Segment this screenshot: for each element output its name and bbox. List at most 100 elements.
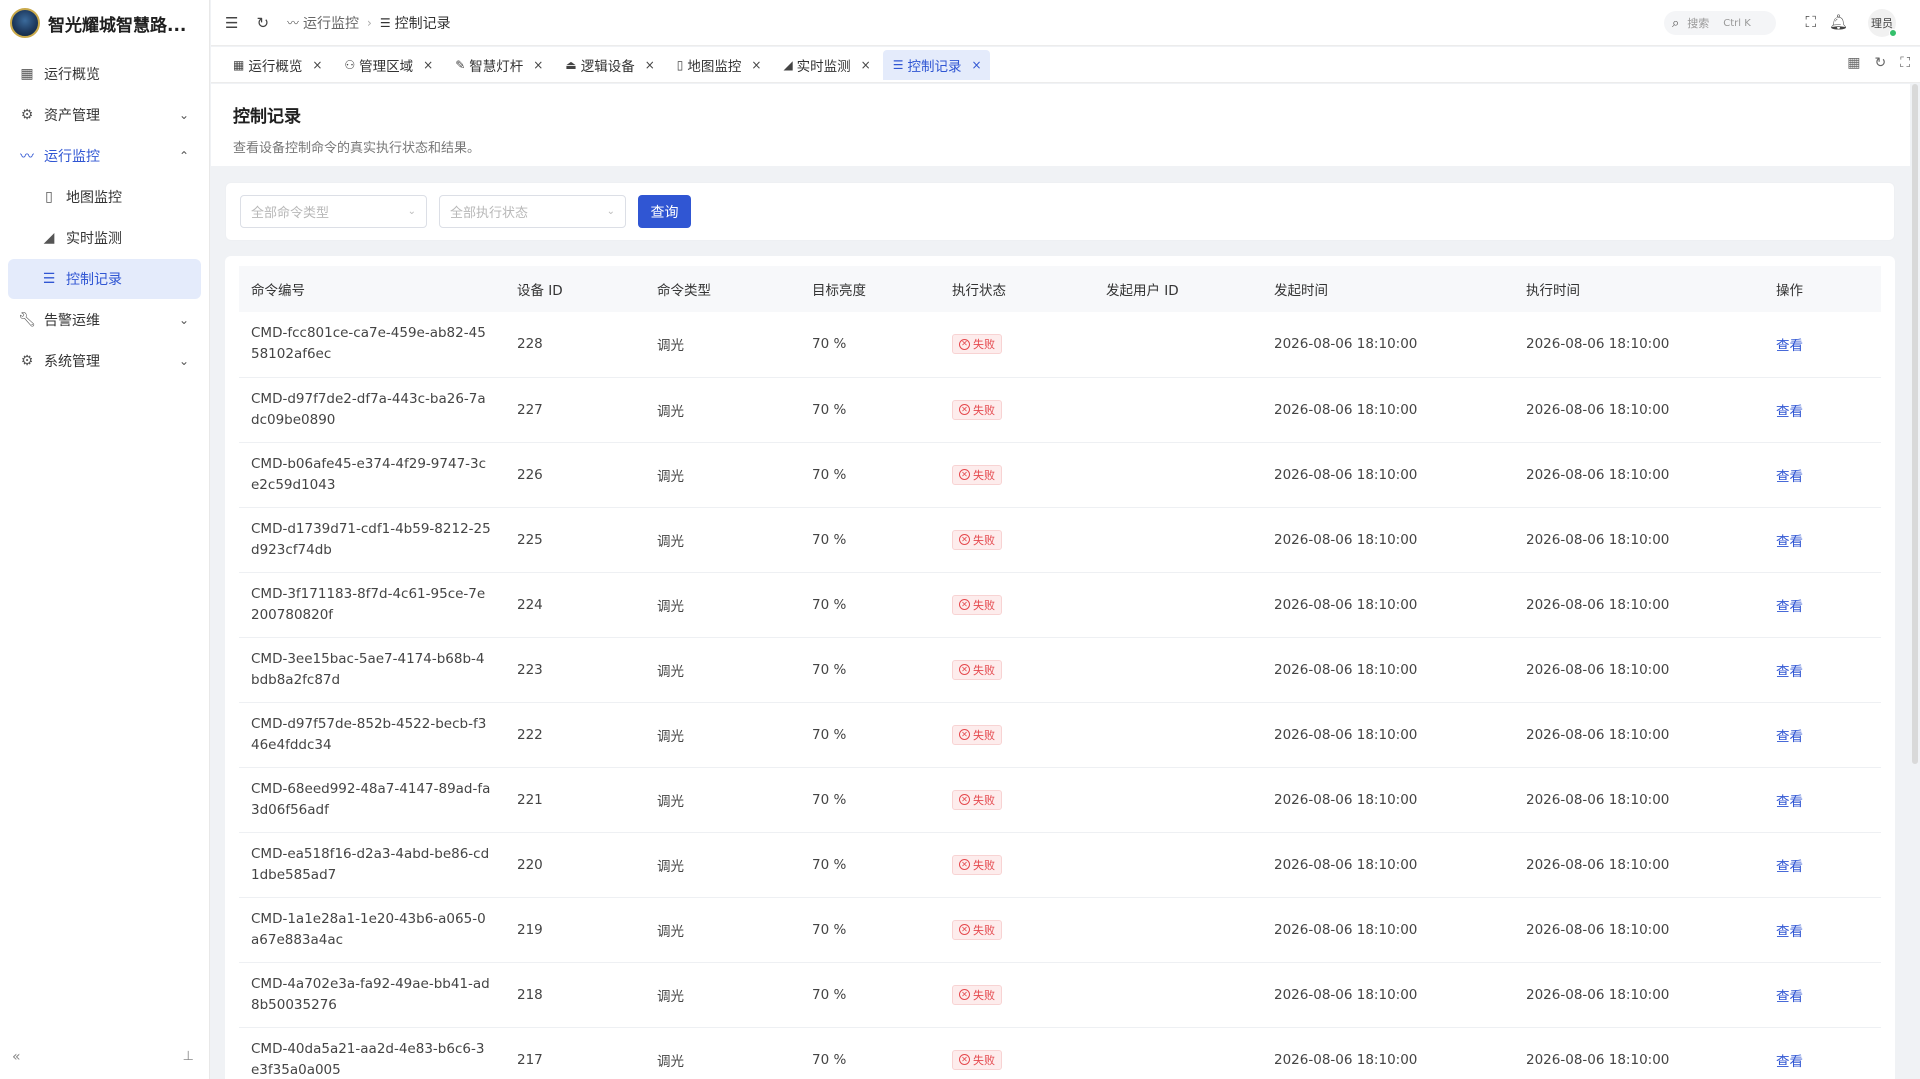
breadcrumb-item[interactable]: 运行监控 [303, 13, 359, 33]
table-row: CMD-3f171183-8f7d-4c61-95ce-7e200780820f… [239, 572, 1881, 638]
tab-label: 控制记录 [907, 58, 962, 75]
action-cell: 查看 [1764, 832, 1881, 898]
status-badge: ✕ 失败 [952, 464, 1002, 485]
action-cell: 查看 [1764, 377, 1881, 443]
sidebar-item-monitoring[interactable]: 〰 运行监控 ⌃ [8, 136, 201, 176]
command-type-cell: 调光 [645, 507, 800, 573]
x-circle-icon: ✕ [959, 404, 970, 415]
pin-icon[interactable]: ⊥ [183, 1049, 194, 1064]
exec-time-cell: 2026-08-06 18:10:00 [1514, 312, 1764, 378]
status-badge: ✕ 失败 [952, 594, 1002, 615]
page-title: 控制记录 [233, 107, 301, 127]
status-text: 失败 [973, 1053, 995, 1067]
close-icon[interactable]: × [645, 58, 655, 72]
view-link[interactable]: 查看 [1776, 599, 1803, 615]
view-link[interactable]: 查看 [1776, 989, 1803, 1005]
sidebar-item-label: 运行概览 [44, 67, 100, 83]
device-id-cell: 223 [505, 637, 645, 703]
menu-toggle-icon[interactable]: ☰ [225, 14, 238, 32]
list-check-icon: ☰ [892, 57, 904, 72]
exec-time-cell: 2026-08-06 18:10:00 [1514, 572, 1764, 638]
user-id-cell [1094, 832, 1262, 898]
column-header: 发起时间 [1262, 266, 1514, 312]
command-type-select[interactable]: 全部命令类型 ⌄ [240, 195, 427, 228]
x-circle-icon: ✕ [959, 729, 970, 740]
area-chart-icon: ◢ [783, 57, 793, 72]
fullscreen-icon[interactable]: ⛶ [1805, 13, 1816, 31]
sidebar-item-control-records[interactable]: ☰ 控制记录 [8, 259, 201, 299]
status-text: 失败 [973, 598, 995, 612]
view-link[interactable]: 查看 [1776, 729, 1803, 745]
close-icon[interactable]: × [751, 58, 761, 72]
tab-realtime[interactable]: ◢ 实时监测 × [773, 50, 878, 80]
view-link[interactable]: 查看 [1776, 469, 1803, 485]
gear-icon: ⚙ [20, 353, 34, 369]
start-time-cell: 2026-08-06 18:10:00 [1262, 377, 1514, 443]
user-id-cell [1094, 1027, 1262, 1079]
global-search[interactable]: ⌕ 搜索 Ctrl K [1664, 11, 1776, 35]
view-link[interactable]: 查看 [1776, 924, 1803, 940]
sidebar-item-system[interactable]: ⚙ 系统管理 ⌄ [8, 341, 201, 381]
close-icon[interactable]: × [861, 58, 871, 72]
view-link[interactable]: 查看 [1776, 404, 1803, 420]
exec-time-cell: 2026-08-06 18:10:00 [1514, 897, 1764, 963]
page-scrollbar[interactable] [1912, 84, 1918, 764]
start-time-cell: 2026-08-06 18:10:00 [1262, 1027, 1514, 1079]
query-button[interactable]: 查询 [638, 195, 691, 228]
target-brightness-cell: 70 % [800, 702, 940, 768]
chevron-down-icon: ⌄ [407, 206, 416, 217]
close-icon[interactable]: × [312, 58, 322, 72]
sidebar-menu: ▦ 运行概览 ⚙ 资产管理 ⌄ 〰 运行监控 ⌃ ▯ 地图监控 ◢ 实时监测 ☰… [0, 54, 209, 381]
user-id-cell [1094, 507, 1262, 573]
view-link[interactable]: 查看 [1776, 338, 1803, 354]
sidebar-item-alarm-ops[interactable]: 🔧︎ 告警运维 ⌄ [8, 300, 201, 340]
refresh-icon[interactable]: ↻ [256, 14, 269, 32]
device-id-cell: 225 [505, 507, 645, 573]
view-link[interactable]: 查看 [1776, 794, 1803, 810]
sidebar-item-overview[interactable]: ▦ 运行概览 [8, 54, 201, 94]
refresh-icon[interactable]: ↻ [1874, 55, 1886, 71]
tab-overview[interactable]: ▦ 运行概览 × [223, 50, 330, 80]
sidebar-item-assets[interactable]: ⚙ 资产管理 ⌄ [8, 95, 201, 135]
exec-status-select[interactable]: 全部执行状态 ⌄ [439, 195, 626, 228]
exec-time-cell: 2026-08-06 18:10:00 [1514, 1027, 1764, 1079]
tab-logic-devices[interactable]: ⏏ 逻辑设备 × [555, 50, 662, 80]
bell-icon[interactable]: 🔔︎ [1829, 13, 1848, 31]
select-placeholder: 全部执行状态 [450, 206, 529, 221]
collapse-sidebar-icon[interactable]: « [12, 1049, 21, 1065]
command-id-cell: CMD-fcc801ce-ca7e-459e-ab82-4558102af6ec [239, 312, 505, 378]
tab-areas[interactable]: ⚇ 管理区域 × [334, 50, 441, 80]
sidebar-item-realtime[interactable]: ◢ 实时监测 [8, 218, 201, 258]
exec-status-cell: ✕ 失败 [940, 832, 1094, 898]
avatar[interactable]: 理员 [1868, 9, 1897, 37]
grid-icon[interactable]: ▦ [1847, 55, 1860, 71]
close-icon[interactable]: × [972, 58, 982, 72]
tab-control-records[interactable]: ☰ 控制记录 × [882, 49, 990, 80]
action-cell: 查看 [1764, 507, 1881, 573]
close-icon[interactable]: × [533, 58, 543, 72]
view-link[interactable]: 查看 [1776, 664, 1803, 680]
sidebar-item-map-monitor[interactable]: ▯ 地图监控 [8, 177, 201, 217]
sidebar-item-label: 实时监测 [66, 231, 122, 247]
fullscreen-icon[interactable]: ⛶ [1900, 55, 1910, 71]
view-link[interactable]: 查看 [1776, 1054, 1803, 1070]
exec-time-cell: 2026-08-06 18:10:00 [1514, 637, 1764, 703]
action-cell: 查看 [1764, 897, 1881, 963]
tab-label: 逻辑设备 [580, 58, 635, 75]
target-brightness-cell: 70 % [800, 637, 940, 703]
brand[interactable]: 智光耀城智慧路... [0, 0, 209, 46]
status-text: 失败 [973, 403, 995, 417]
view-link[interactable]: 查看 [1776, 534, 1803, 550]
user-id-cell [1094, 962, 1262, 1028]
chevron-down-icon: ⌄ [178, 354, 189, 368]
action-cell: 查看 [1764, 767, 1881, 833]
table-row: CMD-b06afe45-e374-4f29-9747-3ce2c59d1043… [239, 442, 1881, 508]
tab-map-monitor[interactable]: ▯ 地图监控 × [667, 50, 770, 80]
exec-time-cell: 2026-08-06 18:10:00 [1514, 962, 1764, 1028]
user-id-cell [1094, 897, 1262, 963]
view-link[interactable]: 查看 [1776, 859, 1803, 875]
list-check-icon: ☰ [379, 15, 391, 30]
close-icon[interactable]: × [423, 58, 433, 72]
tab-smart-poles[interactable]: ✎ 智慧灯杆 × [445, 50, 551, 80]
status-badge: ✕ 失败 [952, 659, 1002, 680]
